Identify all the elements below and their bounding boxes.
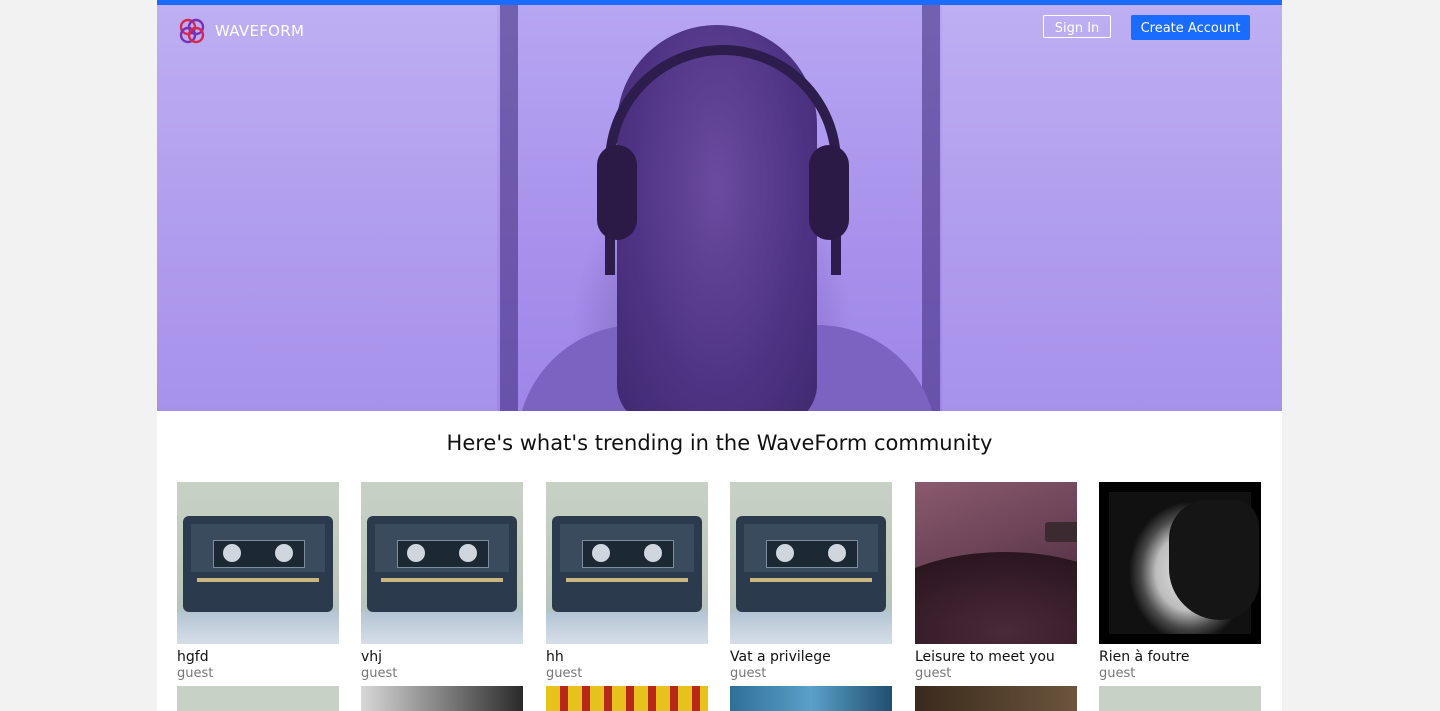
headphone-cup-left (597, 145, 637, 240)
cassette-icon (183, 516, 333, 612)
sign-in-button[interactable]: Sign In (1043, 15, 1111, 38)
track-card[interactable]: vhj guest (361, 482, 523, 681)
track-artwork[interactable] (915, 686, 1077, 711)
track-title[interactable]: Leisure to meet you (915, 648, 1077, 666)
brand-name: WAVEFORM (215, 22, 305, 40)
track-artwork[interactable] (361, 482, 523, 644)
track-card[interactable] (1099, 686, 1261, 711)
page: WAVEFORM Sign In Create Account Here's w… (157, 0, 1282, 711)
track-user[interactable]: guest (177, 666, 339, 681)
track-card[interactable]: hgfd guest (177, 482, 339, 681)
window-pane-right (942, 5, 1282, 411)
track-artwork[interactable] (546, 482, 708, 644)
track-card[interactable] (177, 686, 339, 711)
track-artwork[interactable] (546, 686, 708, 711)
track-card[interactable]: Rien à foutre guest (1099, 482, 1261, 681)
track-user[interactable]: guest (546, 666, 708, 681)
window-frame-right (922, 5, 940, 411)
create-account-button[interactable]: Create Account (1131, 15, 1250, 40)
track-title[interactable]: Vat a privilege (730, 648, 892, 666)
track-card[interactable] (361, 686, 523, 711)
track-artwork[interactable] (177, 686, 339, 711)
track-card[interactable] (915, 686, 1077, 711)
track-user[interactable]: guest (730, 666, 892, 681)
track-title[interactable]: Rien à foutre (1099, 648, 1261, 666)
cassette-icon (552, 516, 702, 612)
tonearm-icon (1045, 522, 1077, 542)
track-artwork[interactable] (730, 686, 892, 711)
portrait-photo (1109, 492, 1259, 634)
hero-banner: WAVEFORM (157, 5, 1282, 411)
cassette-icon (736, 516, 886, 612)
track-artwork[interactable] (361, 686, 523, 711)
headphone-cup-right (809, 145, 849, 240)
track-card[interactable] (546, 686, 708, 711)
window-frame-left (500, 5, 518, 411)
waveform-logo-icon (179, 18, 205, 44)
cassette-icon (367, 516, 517, 612)
track-artwork[interactable] (730, 482, 892, 644)
vinyl-record-icon (915, 552, 1077, 644)
track-user[interactable]: guest (361, 666, 523, 681)
track-card[interactable]: hh guest (546, 482, 708, 681)
track-artwork[interactable] (1099, 686, 1261, 711)
track-card[interactable]: Vat a privilege guest (730, 482, 892, 681)
track-artwork[interactable] (177, 482, 339, 644)
track-artwork[interactable] (915, 482, 1077, 644)
track-user[interactable]: guest (915, 666, 1077, 681)
headphones-icon (605, 45, 841, 275)
track-card[interactable] (730, 686, 892, 711)
track-user[interactable]: guest (1099, 666, 1261, 681)
track-artwork[interactable] (1099, 482, 1261, 644)
brand-logo[interactable]: WAVEFORM (177, 16, 304, 46)
track-title[interactable]: hgfd (177, 648, 339, 666)
window-pane-left (157, 5, 497, 411)
track-title[interactable]: hh (546, 648, 708, 666)
trending-heading: Here's what's trending in the WaveForm c… (446, 431, 993, 455)
track-card[interactable]: Leisure to meet you guest (915, 482, 1077, 681)
track-title[interactable]: vhj (361, 648, 523, 666)
